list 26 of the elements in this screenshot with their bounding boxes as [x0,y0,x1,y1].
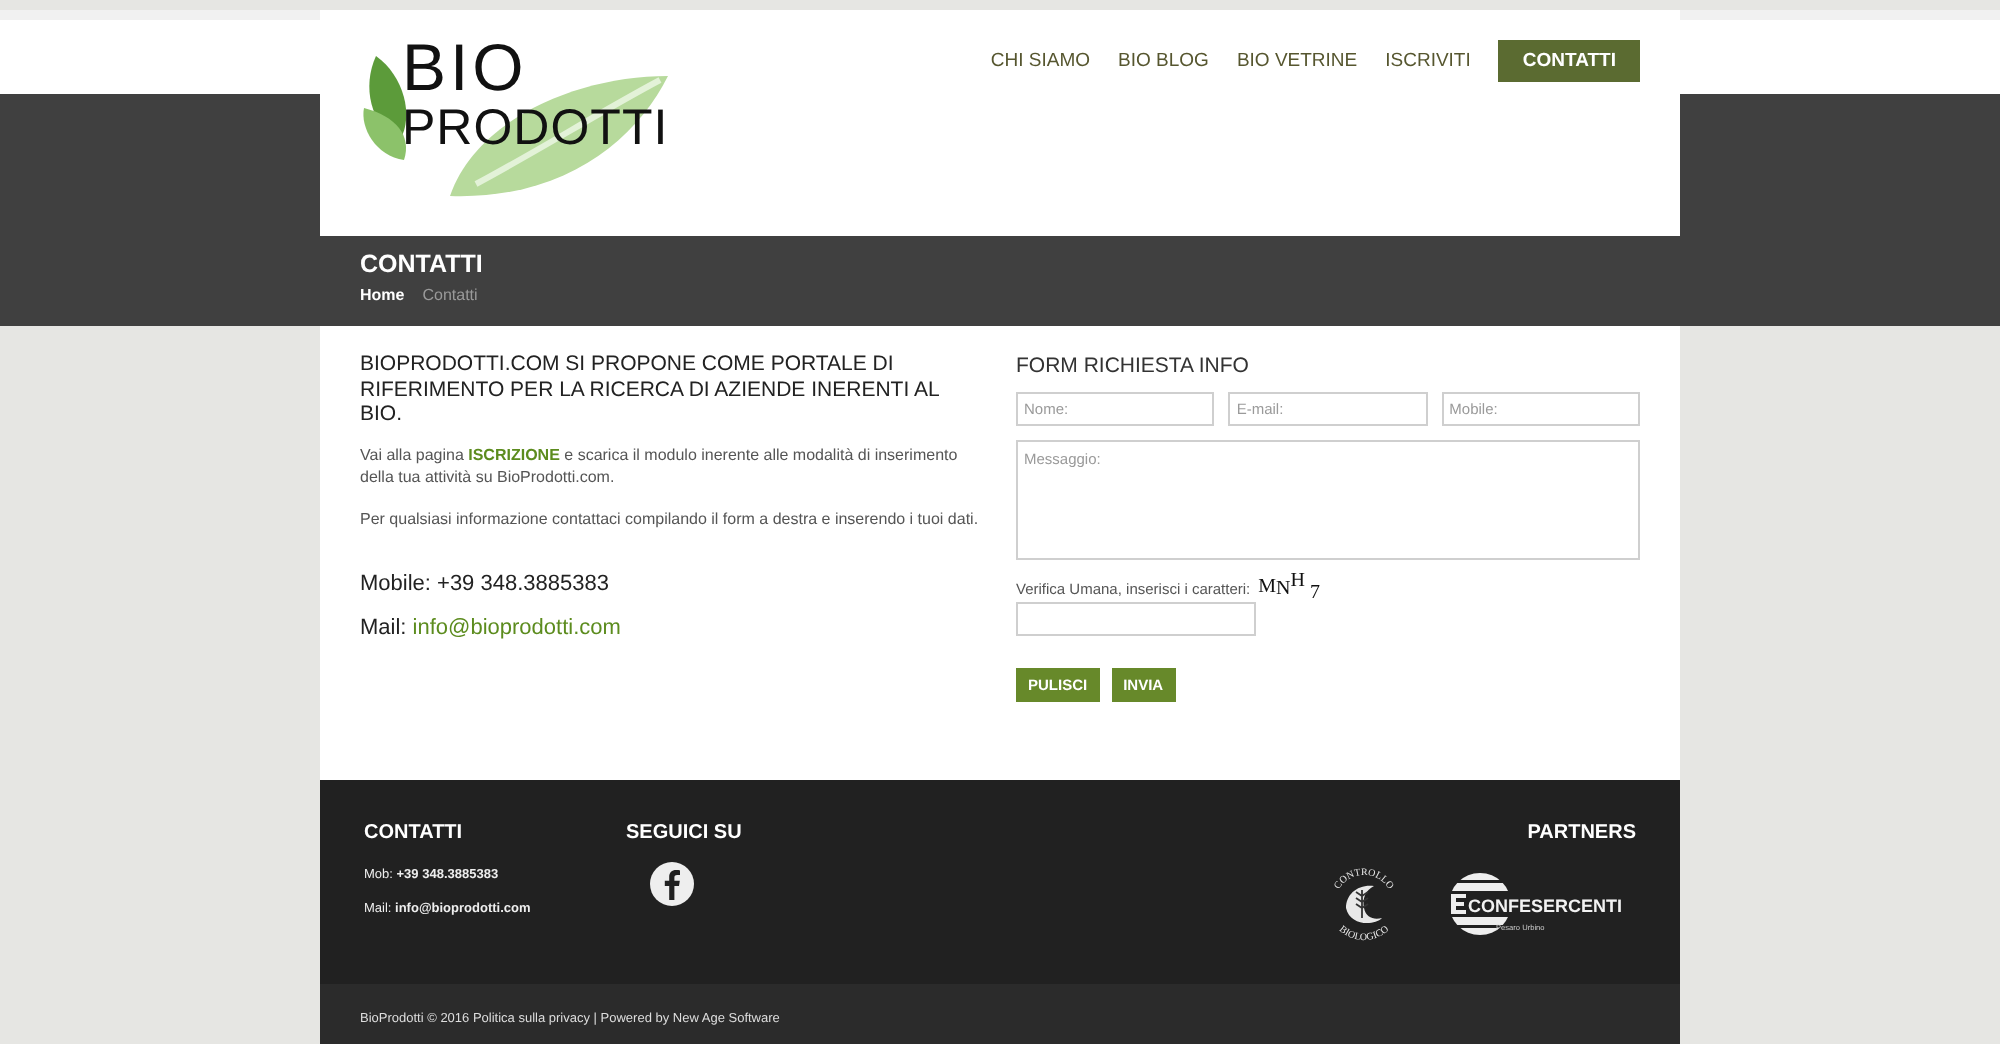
facebook-icon[interactable] [650,862,694,906]
contact-paragraph: Per qualsiasi informazione contattaci compilando il form a destra e inserendo i tuoi dati. [360,507,980,529]
form-title: FORM RICHIESTA INFO [1016,354,1249,380]
logo-text: CONFESERCENTI [1468,896,1623,916]
nav-link[interactable]: CONTATTI [1498,40,1640,82]
captcha-text: MNH 7 [1258,576,1320,600]
intro-heading: BIOPRODOTTI.COM SI PROPONE COME PORTALE DI RIFERIMENTO PER LA RICERCA DI AZIENDE INERENTI AL BIO. [360,352,941,427]
footer-heading: CONTATTI [364,822,463,846]
breadcrumb-link[interactable]: Home [360,286,405,306]
signup-paragraph: Vai alla pagina ISCRIZIONE e scarica il modulo inerente alle modalità di inserimento della tua attività su BioProdotti.com. [360,443,960,487]
wheat-seal-drawing [1346,885,1382,924]
nav-link[interactable]: BIO BLOG [1118,40,1209,82]
nav-link[interactable]: BIO VETRINE [1236,40,1358,82]
email-link[interactable]: info@bioprodotti.com [412,615,621,639]
nav-link[interactable]: CHI SIAMO [990,40,1091,82]
logo-text: PRODOTTI [402,102,669,156]
footer-heading: SEGUICI SU [626,822,742,846]
captcha-field[interactable] [1016,602,1256,636]
mail-line: Mail: info@bioprodotti.com [360,615,621,641]
page-title: CONTATTI [360,250,483,278]
logo-text: BIO [402,34,528,100]
breadcrumb-current: Contatti [422,286,478,306]
mobile-number: Mobile: +39 348.3885383 [360,571,609,597]
signup-link[interactable]: ISCRIZIONE [468,445,560,463]
nav-link[interactable]: ISCRIVITI [1385,40,1471,82]
footer-heading: PARTNERS [1527,822,1636,846]
